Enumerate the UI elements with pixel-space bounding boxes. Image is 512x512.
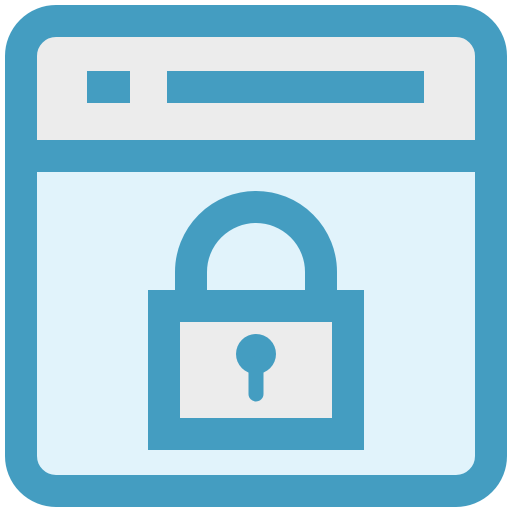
address-bar (167, 71, 424, 103)
title-bar-divider (8, 140, 504, 172)
window-button-icon (87, 71, 130, 103)
secure-browser-window-icon (0, 0, 512, 512)
icon-canvas (5, 5, 507, 507)
